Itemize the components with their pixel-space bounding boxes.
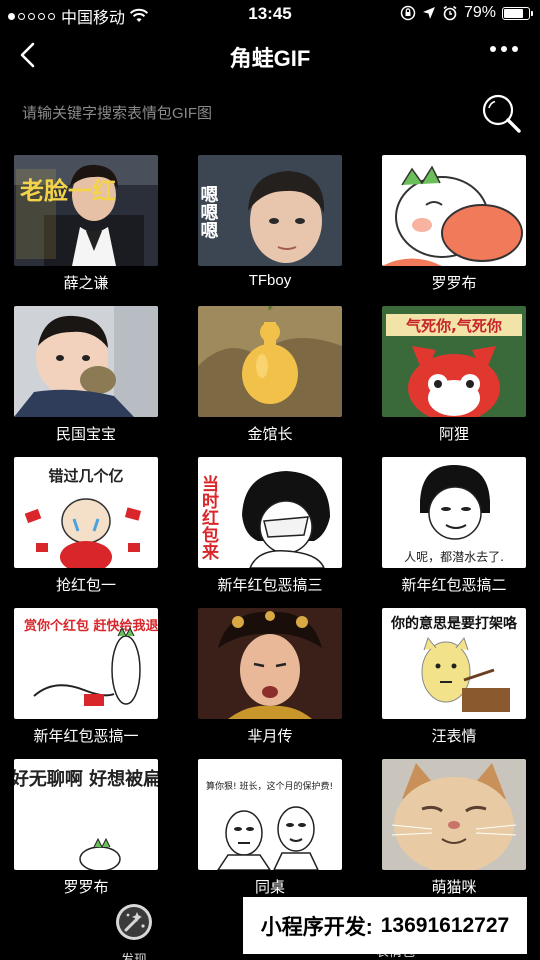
emoji-pack-card[interactable]: 萌猫咪 — [382, 759, 526, 910]
promo-phone: 13691612727 — [380, 913, 510, 937]
tab-discover[interactable]: 发现 — [104, 901, 164, 960]
emoji-pack-label: TFboy — [248, 272, 292, 289]
emoji-pack-thumbnail: 气死你,气死你 — [382, 306, 526, 417]
thumbnail-caption: 错过几个亿 — [48, 467, 123, 485]
more-icon-dot — [490, 46, 496, 52]
emoji-pack-card[interactable]: 人呢，都潜水去了. 新年红包恶搞二 — [382, 457, 526, 608]
emoji-pack-thumbnail: 嗯嗯嗯 — [198, 155, 342, 266]
emoji-pack-label: 萌猫咪 — [431, 879, 477, 896]
page-title: 角蛙GIF — [229, 46, 311, 71]
emoji-pack-card[interactable]: 芈月传 — [198, 608, 342, 759]
thumbnail-caption: 好无聊啊 好想被扁 — [14, 768, 158, 790]
emoji-pack-card[interactable]: 赏你个红包 赶快给我退下 新年红包恶搞一 — [14, 608, 158, 759]
orientation-lock-icon — [400, 5, 416, 21]
promo-banner: 小程序开发: 13691612727 — [243, 897, 527, 954]
emoji-pack-label: 新年红包恶搞一 — [33, 728, 139, 745]
emoji-pack-thumbnail: 算你狠! 班长，这个月的保护费! — [198, 759, 342, 870]
emoji-pack-card[interactable]: 好无聊啊 好想被扁 罗罗布 — [14, 759, 158, 910]
emoji-pack-card[interactable]: 罗罗布 — [382, 155, 526, 306]
emoji-pack-label: 民国宝宝 — [55, 426, 116, 443]
emoji-pack-card[interactable]: 错过几个亿 抢红包一 — [14, 457, 158, 608]
emoji-pack-thumbnail: 老脸一红 — [14, 155, 158, 266]
thumbnail-caption: 当时红包来 — [198, 474, 220, 561]
emoji-pack-card[interactable]: 气死你,气死你 阿狸 — [382, 306, 526, 457]
emoji-pack-label: 新年红包恶搞三 — [217, 577, 323, 594]
thumbnail-caption: 你的意思是要打架咯 — [390, 615, 518, 632]
emoji-pack-label: 阿狸 — [438, 426, 469, 443]
discover-icon — [116, 904, 152, 940]
thumbnail-caption: 气死你,气死你 — [405, 317, 502, 335]
emoji-pack-label: 新年红包恶搞二 — [401, 577, 507, 594]
emoji-pack-label: 金馆长 — [247, 426, 293, 443]
emoji-pack-thumbnail — [198, 306, 342, 417]
emoji-pack-label: 抢红包一 — [55, 577, 116, 594]
emoji-pack-grid: 老脸一红 薛之谦 嗯嗯嗯 TFboy 罗罗布 民国宝宝 金馆长 气死你,气死你 … — [14, 155, 526, 910]
search-input[interactable] — [22, 100, 452, 126]
emoji-pack-label: 罗罗布 — [63, 879, 109, 896]
status-right: 79% — [400, 4, 533, 22]
emoji-pack-thumbnail: 错过几个亿 — [14, 457, 158, 568]
emoji-pack-thumbnail: 好无聊啊 好想被扁 — [14, 759, 158, 870]
emoji-pack-thumbnail — [14, 306, 158, 417]
search-icon[interactable] — [478, 90, 524, 136]
emoji-pack-thumbnail: 当时红包来 — [198, 457, 342, 568]
location-icon — [422, 7, 435, 19]
tab-discover-label: 发现 — [120, 952, 147, 960]
emoji-pack-card[interactable]: 老脸一红 薛之谦 — [14, 155, 158, 306]
emoji-pack-label: 芈月传 — [247, 728, 293, 745]
emoji-pack-thumbnail: 你的意思是要打架咯 — [382, 608, 526, 719]
emoji-pack-label: 薛之谦 — [63, 275, 109, 292]
emoji-pack-label: 罗罗布 — [431, 275, 477, 292]
more-options-button[interactable] — [490, 46, 518, 52]
alarm-icon — [443, 5, 457, 21]
thumbnail-caption: 算你狠! 班长，这个月的保护费! — [206, 780, 333, 792]
status-bar: 中国移动 13:45 79% — [0, 0, 540, 28]
emoji-pack-thumbnail — [382, 155, 526, 266]
emoji-pack-thumbnail — [198, 608, 342, 719]
emoji-pack-thumbnail — [382, 759, 526, 870]
battery-percentage: 79% — [463, 4, 496, 21]
emoji-pack-card[interactable]: 当时红包来 新年红包恶搞三 — [198, 457, 342, 608]
emoji-pack-card[interactable]: 算你狠! 班长，这个月的保护费! 同桌 — [198, 759, 342, 910]
battery-icon — [502, 6, 533, 20]
emoji-pack-thumbnail: 赏你个红包 赶快给我退下 — [14, 608, 158, 719]
thumbnail-caption: 嗯嗯嗯 — [198, 185, 219, 239]
thumbnail-caption: 人呢，都潜水去了. — [404, 550, 504, 564]
navigation-bar: 角蛙GIF — [0, 28, 540, 84]
battery-level — [504, 8, 523, 18]
emoji-pack-card[interactable]: 民国宝宝 — [14, 306, 158, 457]
more-icon-dot — [512, 46, 518, 52]
emoji-pack-card[interactable]: 金馆长 — [198, 306, 342, 457]
emoji-pack-label: 同桌 — [254, 879, 285, 896]
emoji-pack-card[interactable]: 你的意思是要打架咯 汪表情 — [382, 608, 526, 759]
thumbnail-caption: 老脸一红 — [20, 177, 116, 205]
search-bar — [0, 88, 540, 138]
thumbnail-caption: 赏你个红包 赶快给我退下 — [24, 618, 158, 634]
emoji-pack-label: 汪表情 — [431, 728, 477, 745]
emoji-pack-thumbnail: 人呢，都潜水去了. — [382, 457, 526, 568]
emoji-pack-card[interactable]: 嗯嗯嗯 TFboy — [198, 155, 342, 306]
more-icon-dot — [501, 46, 507, 52]
promo-label: 小程序开发: — [260, 915, 373, 939]
